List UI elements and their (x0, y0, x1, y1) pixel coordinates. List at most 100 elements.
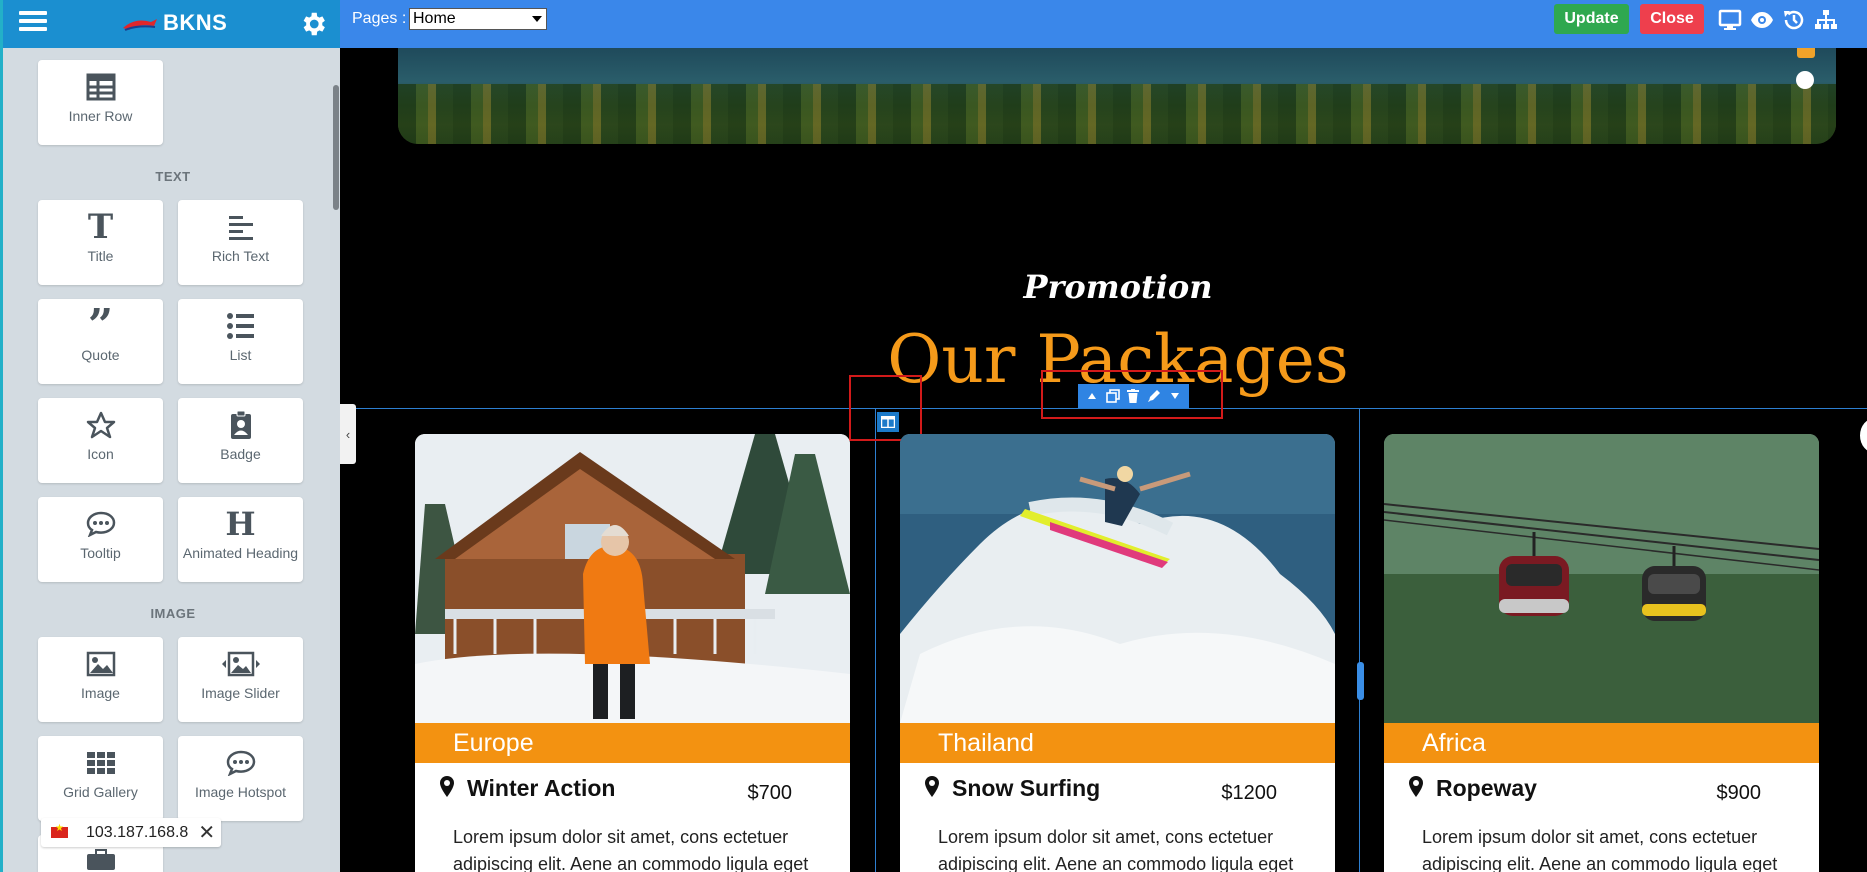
pages-label: Pages : (352, 10, 407, 27)
ip-address-badge: 103.187.168.8 ✕ (41, 818, 221, 847)
package-photo-ropeway (1384, 434, 1819, 723)
trash-icon[interactable] (1124, 387, 1142, 405)
quote-icon: ” (87, 300, 114, 351)
pages-select-value: Home (413, 10, 456, 27)
tile-tooltip[interactable]: Tooltip (38, 497, 163, 582)
tile-rich-text[interactable]: Rich Text (178, 200, 303, 285)
tile-label: Badge (220, 446, 261, 462)
tile-image-hotspot[interactable]: Image Hotspot (178, 736, 303, 821)
tile-quote[interactable]: ” Quote (38, 299, 163, 384)
tile-list[interactable]: List (178, 299, 303, 384)
map-marker-icon (440, 776, 454, 797)
grid-icon (86, 744, 116, 782)
tile-icon[interactable]: Icon (38, 398, 163, 483)
brand-logo: BKNS (121, 8, 227, 38)
hero-forest (398, 84, 1836, 144)
heading-t-icon: T (87, 207, 114, 247)
tile-inner-row[interactable]: Inner Row (38, 60, 163, 145)
tile-label: Image (81, 685, 120, 701)
gear-icon[interactable] (298, 9, 328, 39)
package-region-band: Europe (415, 723, 850, 763)
package-title: Winter Action (467, 775, 616, 801)
tile-grid-gallery[interactable]: Grid Gallery (38, 736, 163, 821)
package-card[interactable]: Thailand Snow Surfing $1200 Lorem ipsum … (900, 434, 1335, 872)
chevron-down-icon (532, 16, 542, 22)
builder-sidebar: BKNS Inner Row TEXT T Title Rich Text ” … (0, 0, 340, 872)
eye-icon[interactable] (1750, 8, 1774, 32)
desktop-icon[interactable] (1718, 8, 1742, 32)
package-description: Lorem ipsum dolor sit amet, cons ectetue… (453, 827, 809, 872)
tile-image-slider[interactable]: Image Slider (178, 637, 303, 722)
sidebar-header: BKNS (3, 0, 340, 48)
list-icon (226, 307, 256, 345)
tile-label: List (229, 347, 252, 363)
close-icon[interactable]: ✕ (198, 820, 215, 845)
tile-title[interactable]: T Title (38, 200, 163, 285)
package-title: Ropeway (1436, 775, 1537, 801)
package-region-band: Thailand (900, 723, 1335, 763)
duplicate-icon[interactable] (1104, 387, 1122, 405)
tile-label: Animated Heading (182, 545, 299, 561)
package-price: $700 (747, 782, 793, 804)
column-guide-line (1359, 408, 1360, 872)
tile-label: Tooltip (80, 545, 121, 561)
caret-down-icon[interactable] (1166, 387, 1184, 405)
caret-up-icon[interactable] (1083, 387, 1101, 405)
editor-topbar: Pages : Home Update Close (340, 0, 1867, 48)
image-slider-icon (221, 645, 261, 683)
package-price: $900 (1716, 782, 1762, 804)
tile-label: Inner Row (68, 108, 133, 124)
tile-label: Quote (81, 347, 120, 363)
column-resize-handle[interactable] (1357, 662, 1364, 700)
sidebar-collapse-toggle[interactable]: ‹ (340, 404, 356, 464)
tile-label: Image Slider (201, 685, 280, 701)
tile-badge[interactable]: Badge (178, 398, 303, 483)
package-description: Lorem ipsum dolor sit amet, cons ectetue… (1422, 827, 1778, 872)
table-icon (86, 68, 116, 106)
tile-label: Grid Gallery (63, 784, 138, 800)
pages-select[interactable]: Home (409, 8, 547, 30)
package-region: Africa (1422, 729, 1486, 757)
star-icon (86, 406, 116, 444)
section-title-text: TEXT (155, 169, 191, 184)
sidebar-scrollbar[interactable] (333, 85, 339, 210)
slider-dot-active[interactable] (1797, 48, 1815, 58)
package-region: Europe (453, 729, 534, 757)
close-button[interactable]: Close (1640, 4, 1704, 34)
package-region: Thailand (938, 729, 1034, 757)
tile-label: Title (87, 248, 114, 264)
map-marker-icon (925, 776, 939, 797)
tile-label: Icon (87, 446, 114, 462)
comment-dots-icon (86, 505, 116, 543)
hamburger-menu-icon[interactable] (19, 11, 47, 35)
package-photo-cabin (415, 434, 850, 723)
package-card[interactable]: Europe Winter Action $700 Lorem ipsum do… (415, 434, 850, 872)
section-title-image: IMAGE (150, 606, 196, 621)
image-icon (86, 645, 116, 683)
slider-dot[interactable] (1796, 71, 1814, 89)
edge-button[interactable] (1860, 418, 1867, 453)
tile-image[interactable]: Image (38, 637, 163, 722)
package-description: Lorem ipsum dolor sit amet, cons ectetue… (938, 827, 1294, 872)
pencil-icon[interactable] (1145, 387, 1163, 405)
id-badge-icon (229, 406, 253, 444)
ip-address-text: 103.187.168.8 (86, 823, 189, 841)
align-left-icon (227, 208, 255, 246)
tile-animated-heading[interactable]: H Animated Heading (178, 497, 303, 582)
tile-label: Rich Text (211, 248, 270, 264)
hero-banner-image (398, 48, 1836, 144)
columns-icon[interactable] (877, 412, 899, 432)
package-price: $1200 (1221, 782, 1277, 804)
history-icon[interactable] (1782, 8, 1806, 32)
promo-subtitle: Promotion (1023, 268, 1213, 306)
package-photo-surfing (900, 434, 1335, 723)
brand-swoosh-icon (123, 19, 157, 31)
sitemap-icon[interactable] (1814, 8, 1838, 32)
element-toolbar (1078, 384, 1189, 408)
update-button[interactable]: Update (1554, 4, 1629, 34)
tile-label: Image Hotspot (194, 784, 287, 800)
vietnam-flag-icon (51, 823, 68, 838)
package-card[interactable]: Africa Ropeway $900 Lorem ipsum dolor si… (1384, 434, 1819, 872)
brand-name: BKNS (163, 10, 228, 35)
comment-dots-icon (226, 744, 256, 782)
